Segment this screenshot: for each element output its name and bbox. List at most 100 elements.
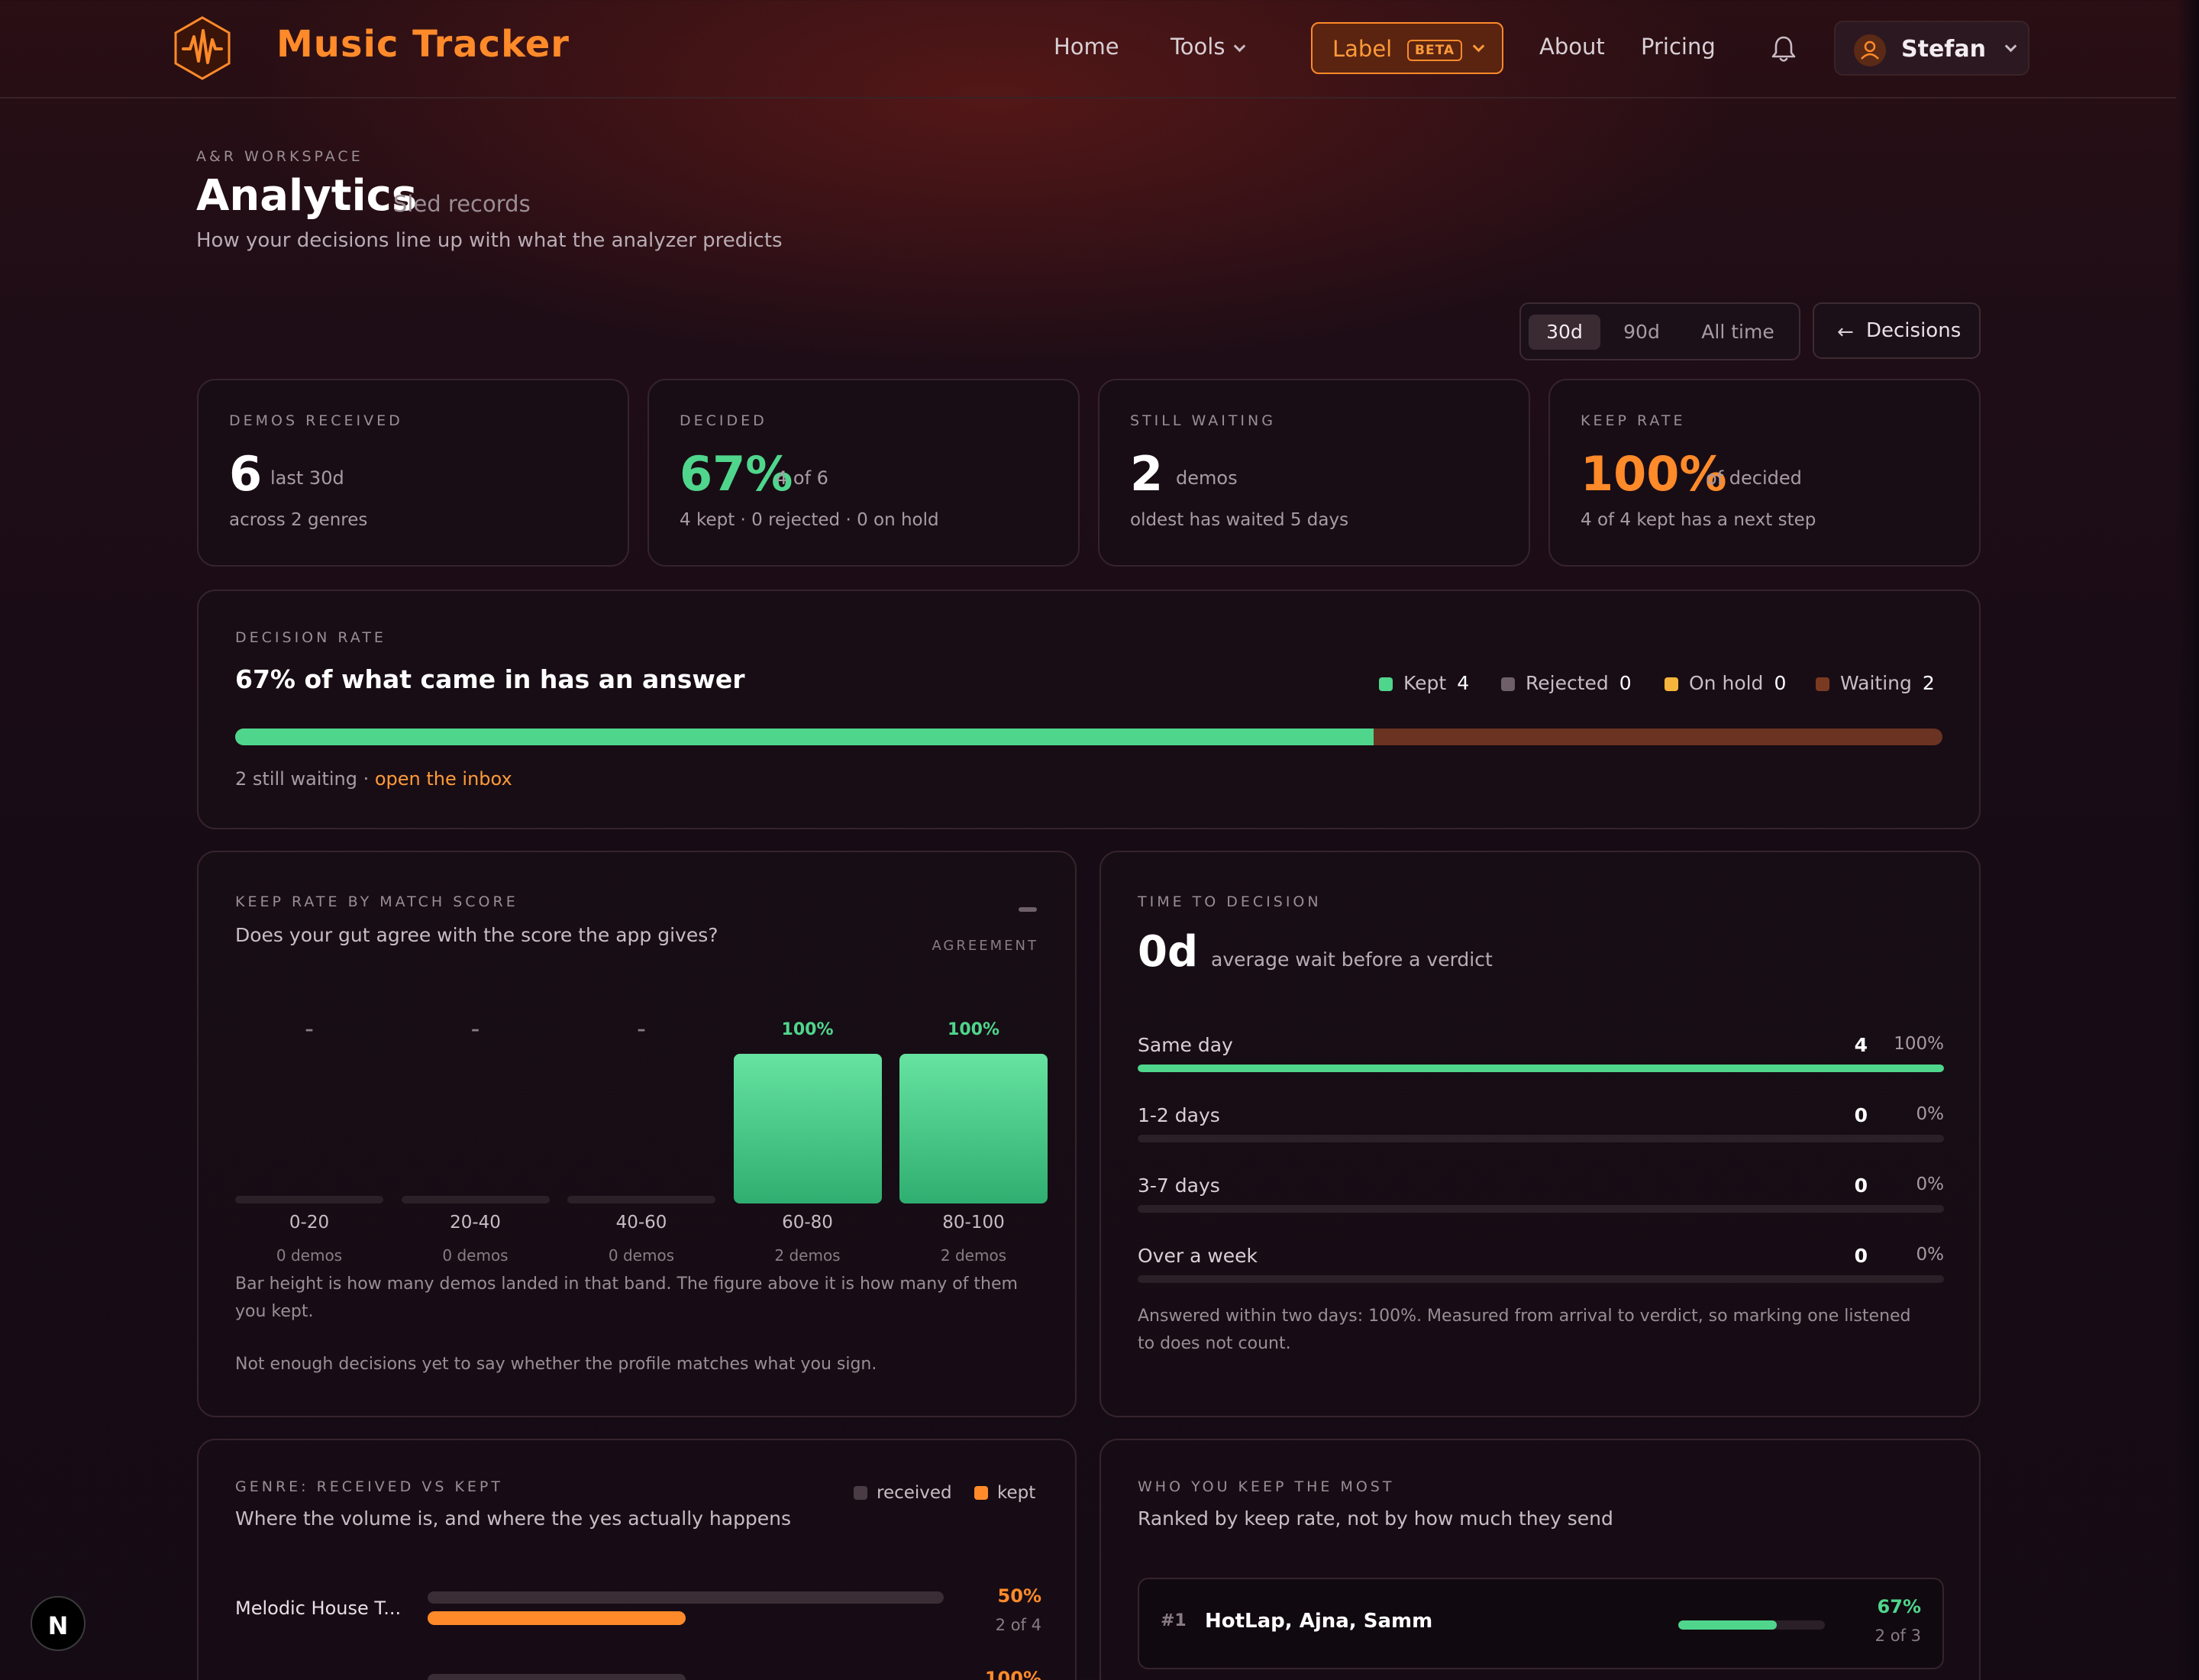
open-inbox-link[interactable]: open the inbox bbox=[375, 768, 512, 790]
legend-label: On hold bbox=[1689, 672, 1764, 694]
legend-swatch bbox=[1816, 677, 1829, 691]
bucket-count: 0 bbox=[1854, 1174, 1868, 1197]
stat-unit: of decided bbox=[1706, 467, 1802, 489]
genre-card: GENRE: RECEIVED VS KEPT Where the volume… bbox=[197, 1439, 1077, 1680]
stat-sub: across 2 genres bbox=[229, 510, 368, 530]
score-bar-empty bbox=[235, 1196, 383, 1203]
workspace-label: A&R WORKSPACE bbox=[196, 148, 363, 165]
chevron-down-icon bbox=[1472, 40, 1485, 53]
bucket-pct: 0% bbox=[1916, 1104, 1945, 1124]
genre-kept-bar bbox=[428, 1611, 944, 1625]
card-label: KEEP RATE BY MATCH SCORE bbox=[235, 893, 518, 910]
beta-badge: BETA bbox=[1407, 40, 1463, 61]
stat-label: DEMOS RECEIVED bbox=[229, 412, 403, 429]
range-all-time[interactable]: All time bbox=[1684, 315, 1791, 350]
card-label: TIME TO DECISION bbox=[1138, 893, 1322, 910]
score-bar[interactable] bbox=[899, 1054, 1048, 1203]
legend-kept: kept bbox=[974, 1483, 1035, 1503]
artist-keep-count: 2 of 3 bbox=[1874, 1627, 1921, 1645]
stat-value: 2 bbox=[1130, 446, 1164, 502]
card-label: GENRE: RECEIVED VS KEPT bbox=[235, 1478, 503, 1495]
bucket-pct: 0% bbox=[1916, 1174, 1945, 1194]
chart-note: Bar height is how many demos landed in t… bbox=[235, 1275, 1018, 1321]
decision-rate-card: DECISION RATE 67% of what came in has an… bbox=[197, 590, 1981, 829]
keep-rate-label: – bbox=[471, 1020, 480, 1039]
user-name: Stefan bbox=[1901, 36, 1986, 63]
bucket-label: Same day bbox=[1138, 1034, 1233, 1056]
chart-note-insufficient: Not enough decisions yet to say whether … bbox=[235, 1355, 877, 1374]
top-nav: Music Tracker Home Tools Label BETA Abou… bbox=[0, 0, 2176, 99]
average-wait-value: 0d bbox=[1138, 927, 1199, 977]
artist-row[interactable]: #1 HotLap, Ajna, Samm 67% 2 of 3 bbox=[1138, 1578, 1944, 1669]
legend-swatch bbox=[1665, 677, 1678, 691]
bucket-count: 0 bbox=[1854, 1104, 1868, 1126]
legend-label: Waiting bbox=[1840, 672, 1912, 694]
waveform-logo-icon[interactable] bbox=[170, 15, 235, 81]
legend-swatch bbox=[854, 1486, 867, 1500]
genre-name: Melodic House T... bbox=[235, 1598, 402, 1619]
keep-rate-label: 100% bbox=[948, 1020, 999, 1039]
range-90d[interactable]: 90d bbox=[1603, 315, 1680, 350]
page-title: Analytics bbox=[196, 171, 418, 221]
legend-kept: Kept 4 bbox=[1379, 672, 1469, 694]
genre-received-bar bbox=[428, 1674, 686, 1680]
legend-on-hold: On hold 0 bbox=[1665, 672, 1786, 694]
artist-rank: #1 bbox=[1161, 1611, 1187, 1630]
legend-count: 2 bbox=[1922, 672, 1935, 694]
stat-unit: demos bbox=[1176, 467, 1238, 489]
page-description: How your decisions line up with what the… bbox=[196, 229, 783, 252]
genre-row: Melodic House T... 50% 2 of 4 bbox=[235, 1585, 1041, 1662]
dev-tools-badge[interactable]: N bbox=[31, 1596, 86, 1651]
score-band-label: 20-40 bbox=[450, 1213, 501, 1233]
time-bucket-row: 3-7 days 0 0% bbox=[1138, 1174, 1944, 1220]
score-bar[interactable] bbox=[733, 1054, 882, 1203]
stat-sub: oldest has waited 5 days bbox=[1130, 510, 1349, 530]
dev-badge-letter: N bbox=[47, 1611, 69, 1640]
stat-card-still-waiting: STILL WAITING 2 demos oldest has waited … bbox=[1098, 379, 1530, 567]
bucket-bar bbox=[1138, 1135, 1944, 1142]
stat-card-decided: DECIDED 67% 4 of 6 4 kept · 0 rejected ·… bbox=[647, 379, 1080, 567]
nav-tools[interactable]: Tools bbox=[1171, 34, 1246, 60]
brand-name[interactable]: Music Tracker bbox=[276, 23, 570, 66]
stat-unit: last 30d bbox=[270, 467, 344, 489]
bucket-label: 3-7 days bbox=[1138, 1174, 1220, 1197]
score-band-count: 2 demos bbox=[940, 1246, 1007, 1265]
stat-card-keep-rate: KEEP RATE 100% of decided 4 of 4 kept ha… bbox=[1548, 379, 1981, 567]
nav-home[interactable]: Home bbox=[1054, 34, 1119, 60]
bucket-bar bbox=[1138, 1275, 1944, 1283]
collapse-icon[interactable] bbox=[1019, 907, 1037, 912]
nav-label-dropdown[interactable]: Label BETA bbox=[1311, 22, 1503, 74]
nav-about[interactable]: About bbox=[1539, 34, 1605, 60]
bucket-label: Over a week bbox=[1138, 1245, 1258, 1267]
stat-unit: 4 of 6 bbox=[776, 467, 828, 489]
genre-keep-count: 2 of 4 bbox=[995, 1616, 1041, 1634]
bucket-pct: 100% bbox=[1894, 1034, 1944, 1054]
score-band-count: 0 demos bbox=[276, 1246, 343, 1265]
range-30d[interactable]: 30d bbox=[1529, 315, 1600, 350]
legend-label: received bbox=[877, 1483, 952, 1503]
artist-keep-pct: 67% bbox=[1877, 1596, 1921, 1617]
agreement-label: AGREEMENT bbox=[932, 938, 1038, 954]
time-to-decision-note: Answered within two days: 100%. Measured… bbox=[1138, 1307, 1911, 1353]
stat-label: STILL WAITING bbox=[1130, 412, 1276, 429]
who-you-keep-card: WHO YOU KEEP THE MOST Ranked by keep rat… bbox=[1100, 1439, 1981, 1680]
card-question: Where the volume is, and where the yes a… bbox=[235, 1507, 792, 1530]
legend-waiting: Waiting 2 bbox=[1816, 672, 1935, 694]
stat-value: 100% bbox=[1581, 446, 1727, 502]
user-menu-button[interactable]: Stefan bbox=[1834, 21, 2029, 76]
legend-received: received bbox=[854, 1483, 952, 1503]
keep-rate-label: – bbox=[305, 1020, 314, 1039]
bucket-bar bbox=[1138, 1205, 1944, 1213]
stat-sub: 4 of 4 kept has a next step bbox=[1581, 510, 1816, 530]
page-edge bbox=[2176, 0, 2199, 1680]
user-avatar-icon bbox=[1854, 34, 1886, 66]
score-band-label: 40-60 bbox=[615, 1213, 667, 1233]
decisions-button[interactable]: ← Decisions bbox=[1813, 302, 1981, 359]
score-bar-empty bbox=[401, 1196, 550, 1203]
bell-icon[interactable] bbox=[1768, 34, 1799, 64]
score-band-count: 0 demos bbox=[608, 1246, 675, 1265]
nav-pricing[interactable]: Pricing bbox=[1641, 34, 1716, 60]
card-question: Does your gut agree with the score the a… bbox=[235, 924, 718, 946]
chevron-down-icon bbox=[2004, 40, 2017, 53]
genre-kept-fill bbox=[428, 1611, 686, 1625]
